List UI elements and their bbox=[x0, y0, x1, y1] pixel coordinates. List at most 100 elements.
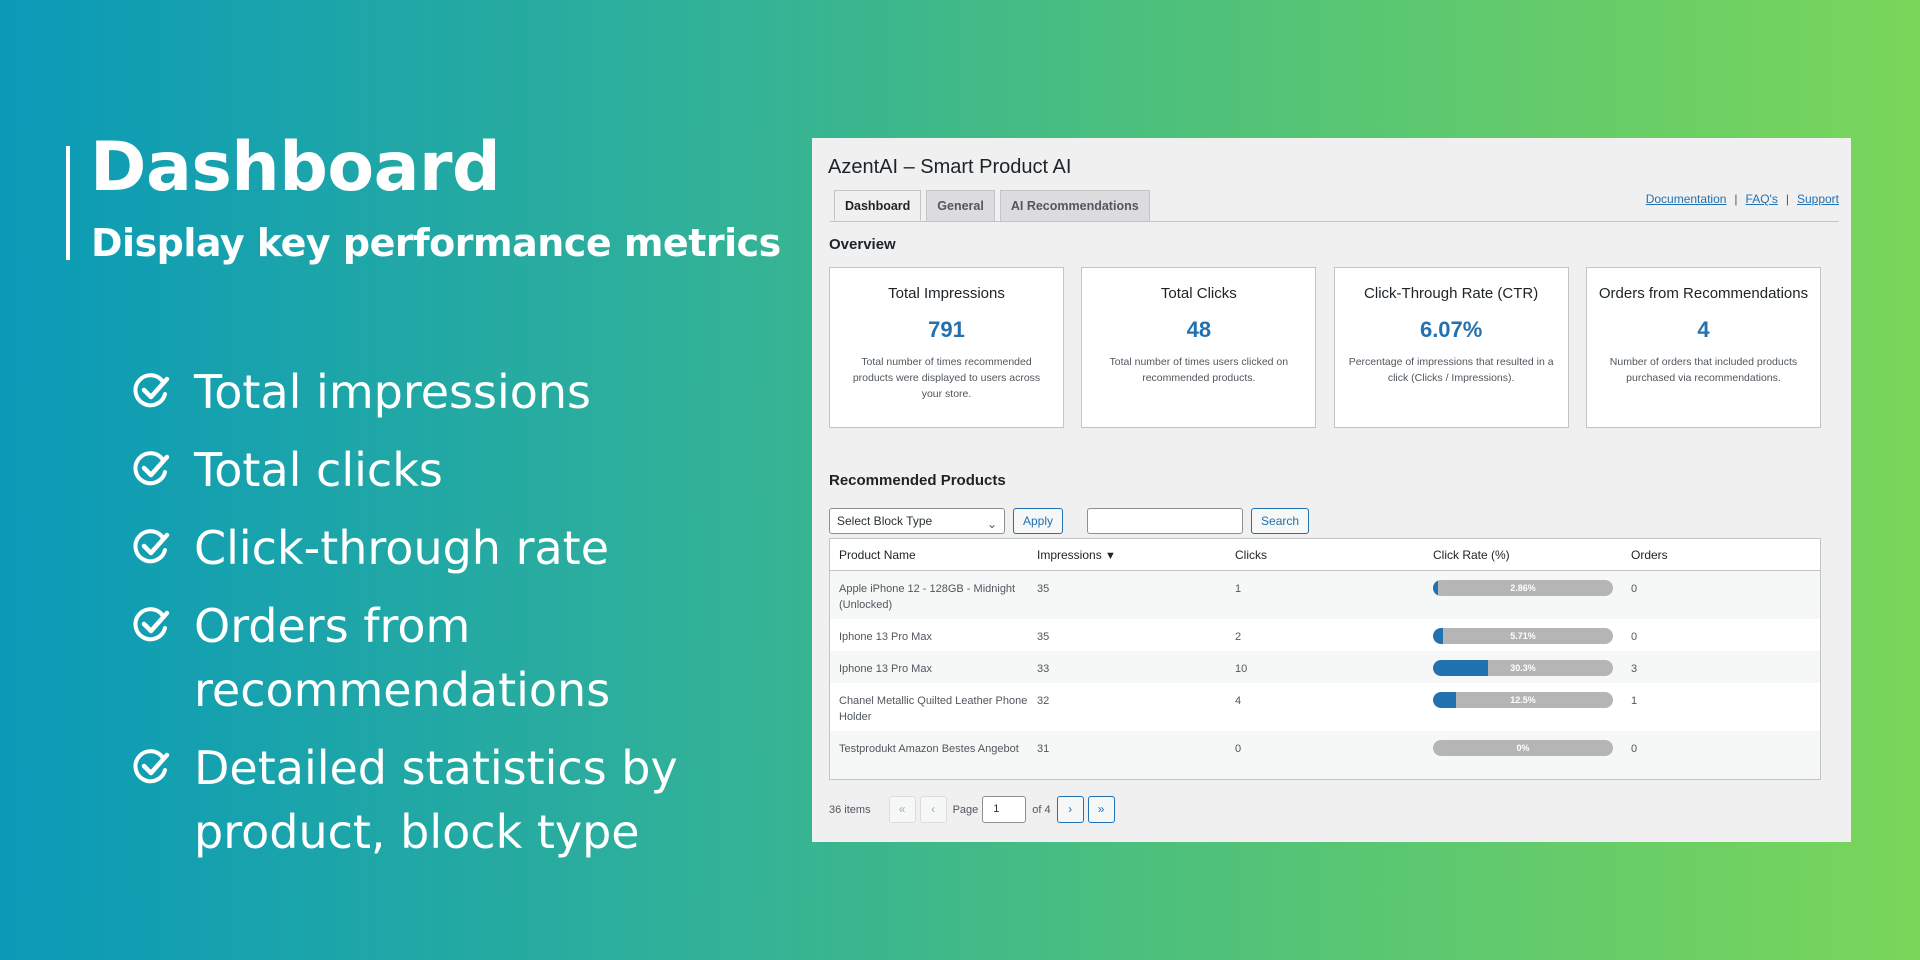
table-row: Testprodukt Amazon Bestes Angebot 31 0 0… bbox=[830, 731, 1820, 779]
table-row: Iphone 13 Pro Max 35 2 5.71% 0 bbox=[830, 619, 1820, 651]
feature-item: Detailed statistics by product, block typ… bbox=[132, 736, 752, 864]
select-value: Select Block Type bbox=[837, 514, 933, 528]
prev-page-button[interactable]: ‹ bbox=[919, 796, 947, 823]
metric-value: 6.07% bbox=[1419, 317, 1483, 342]
table-row: Iphone 13 Pro Max 33 10 30.3% 3 bbox=[830, 651, 1820, 683]
current-page-input[interactable]: 1 bbox=[982, 796, 1027, 823]
click-rate-label: 12.5% bbox=[1510, 695, 1536, 705]
product-name: Chanel Metallic Quilted Leather Phone Ho… bbox=[839, 695, 1028, 723]
first-page-button[interactable]: « bbox=[888, 796, 916, 823]
column-header-click-rate[interactable]: Click Rate (%) bbox=[1424, 548, 1622, 562]
check-circle-icon bbox=[133, 451, 170, 486]
tab-general[interactable]: General bbox=[926, 190, 995, 221]
apply-button[interactable]: Apply bbox=[1013, 508, 1064, 534]
recommended-products-heading: Recommended Products bbox=[829, 472, 1006, 489]
column-label: Impressions bbox=[1037, 547, 1102, 562]
admin-screenshot: AzentAI – Smart Product AI Dashboard Gen… bbox=[812, 138, 1851, 842]
feature-item: Click-through rate bbox=[132, 516, 752, 580]
click-rate-cell: 30.3% bbox=[1424, 651, 1622, 683]
check-circle-icon bbox=[133, 749, 170, 784]
table-row: Apple iPhone 12 - 128GB - Midnight (Unlo… bbox=[830, 571, 1820, 619]
click-rate-cell: 5.71% bbox=[1424, 619, 1622, 651]
orders-value: 0 bbox=[1631, 631, 1638, 643]
impressions-value: 31 bbox=[1037, 743, 1050, 755]
impressions-value: 35 bbox=[1037, 631, 1050, 643]
click-rate-cell: 2.86% bbox=[1424, 571, 1622, 619]
check-circle-icon bbox=[133, 607, 170, 642]
metric-value: 48 bbox=[1186, 317, 1212, 342]
feature-text: Total clicks bbox=[194, 443, 443, 497]
clicks-value: 1 bbox=[1235, 583, 1242, 595]
clicks-value: 2 bbox=[1235, 631, 1242, 643]
orders-value: 1 bbox=[1631, 695, 1638, 707]
product-name: Testprodukt Amazon Bestes Angebot bbox=[839, 743, 1019, 755]
check-circle-icon bbox=[133, 529, 170, 564]
feature-list: Total impressions Total clicks Click-thr… bbox=[132, 360, 752, 878]
orders-value: 0 bbox=[1631, 583, 1638, 595]
feature-text: Total impressions bbox=[194, 365, 592, 419]
tab-ai-recommendations[interactable]: AI Recommendations bbox=[999, 190, 1150, 221]
product-name: Iphone 13 Pro Max bbox=[839, 663, 932, 675]
column-header-clicks[interactable]: Clicks bbox=[1226, 548, 1424, 562]
click-rate-bar: 5.71% bbox=[1433, 628, 1613, 644]
total-pages: of 4 bbox=[1032, 803, 1051, 816]
click-rate-label: 0% bbox=[1516, 743, 1530, 753]
feature-item: Orders from recommendations bbox=[132, 594, 752, 722]
block-type-select[interactable]: Select Block Type ⌄ bbox=[829, 508, 1005, 534]
next-page-button[interactable]: › bbox=[1056, 796, 1084, 823]
feature-item: Total impressions bbox=[132, 360, 752, 424]
promo-title: Dashboard bbox=[90, 128, 501, 207]
click-rate-cell: 12.5% bbox=[1424, 683, 1622, 731]
faq-link[interactable]: FAQ's bbox=[1746, 192, 1778, 206]
metric-title: Total Impressions bbox=[888, 285, 1005, 302]
promo-subtitle: Display key performance metrics bbox=[91, 221, 781, 265]
column-header-orders[interactable]: Orders bbox=[1622, 548, 1820, 562]
clicks-value: 10 bbox=[1235, 663, 1248, 675]
impressions-value: 32 bbox=[1037, 695, 1050, 707]
clicks-value: 4 bbox=[1235, 695, 1242, 707]
support-link[interactable]: Support bbox=[1797, 192, 1839, 206]
metric-description: Percentage of impressions that resulted … bbox=[1348, 356, 1554, 384]
feature-text: Orders from recommendations bbox=[194, 599, 611, 717]
product-name: Iphone 13 Pro Max bbox=[839, 631, 932, 643]
impressions-value: 35 bbox=[1037, 583, 1050, 595]
metric-card-ctr: Click-Through Rate (CTR) 6.07% Percentag… bbox=[1333, 267, 1569, 428]
chevron-down-icon: ⌄ bbox=[986, 517, 997, 531]
orders-value: 3 bbox=[1631, 663, 1638, 675]
click-rate-label: 2.86% bbox=[1510, 583, 1536, 593]
documentation-link[interactable]: Documentation bbox=[1646, 192, 1727, 206]
page-label: Page bbox=[952, 803, 979, 816]
metric-description: Total number of times users clicked on r… bbox=[1109, 356, 1289, 384]
impressions-value: 33 bbox=[1037, 663, 1050, 675]
orders-value: 0 bbox=[1631, 743, 1638, 755]
column-header-product-name[interactable]: Product Name bbox=[830, 548, 1028, 562]
column-header-impressions[interactable]: Impressions ▼ bbox=[1028, 548, 1226, 562]
tab-bar: Dashboard General AI Recommendations bbox=[834, 190, 1155, 221]
metric-card-impressions: Total Impressions 791 Total number of ti… bbox=[829, 267, 1064, 428]
product-name: Apple iPhone 12 - 128GB - Midnight (Unlo… bbox=[839, 583, 1016, 611]
items-count: 36 items bbox=[829, 803, 871, 816]
feature-text: Click-through rate bbox=[194, 521, 610, 575]
title-accent-bar bbox=[66, 146, 70, 260]
metric-title: Orders from Recommendations bbox=[1598, 285, 1809, 302]
pagination: 36 items « ‹ Page 1 of 4 › » bbox=[829, 796, 1115, 823]
search-input[interactable] bbox=[1087, 508, 1244, 534]
check-circle-icon bbox=[133, 373, 170, 408]
last-page-button[interactable]: » bbox=[1087, 796, 1115, 823]
click-rate-bar: 0% bbox=[1433, 740, 1613, 756]
metric-card-clicks: Total Clicks 48 Total number of times us… bbox=[1081, 267, 1317, 428]
products-table: Product Name Impressions ▼ Clicks Click … bbox=[829, 538, 1821, 780]
table-header: Product Name Impressions ▼ Clicks Click … bbox=[830, 539, 1820, 571]
tab-dashboard[interactable]: Dashboard bbox=[834, 190, 922, 221]
search-button[interactable]: Search bbox=[1251, 508, 1310, 534]
table-controls: Select Block Type ⌄ Apply Search bbox=[829, 508, 1310, 534]
click-rate-bar: 2.86% bbox=[1433, 580, 1613, 596]
link-separator: | bbox=[1785, 192, 1789, 206]
help-links: Documentation | FAQ's | Support bbox=[1646, 192, 1839, 206]
metric-card-orders: Orders from Recommendations 4 Number of … bbox=[1585, 267, 1821, 428]
metric-value: 4 bbox=[1697, 317, 1710, 342]
sort-desc-icon: ▼ bbox=[1105, 549, 1116, 562]
tabs-divider bbox=[830, 221, 1839, 222]
feature-text: Detailed statistics by product, block typ… bbox=[194, 741, 678, 859]
click-rate-label: 5.71% bbox=[1510, 631, 1536, 641]
